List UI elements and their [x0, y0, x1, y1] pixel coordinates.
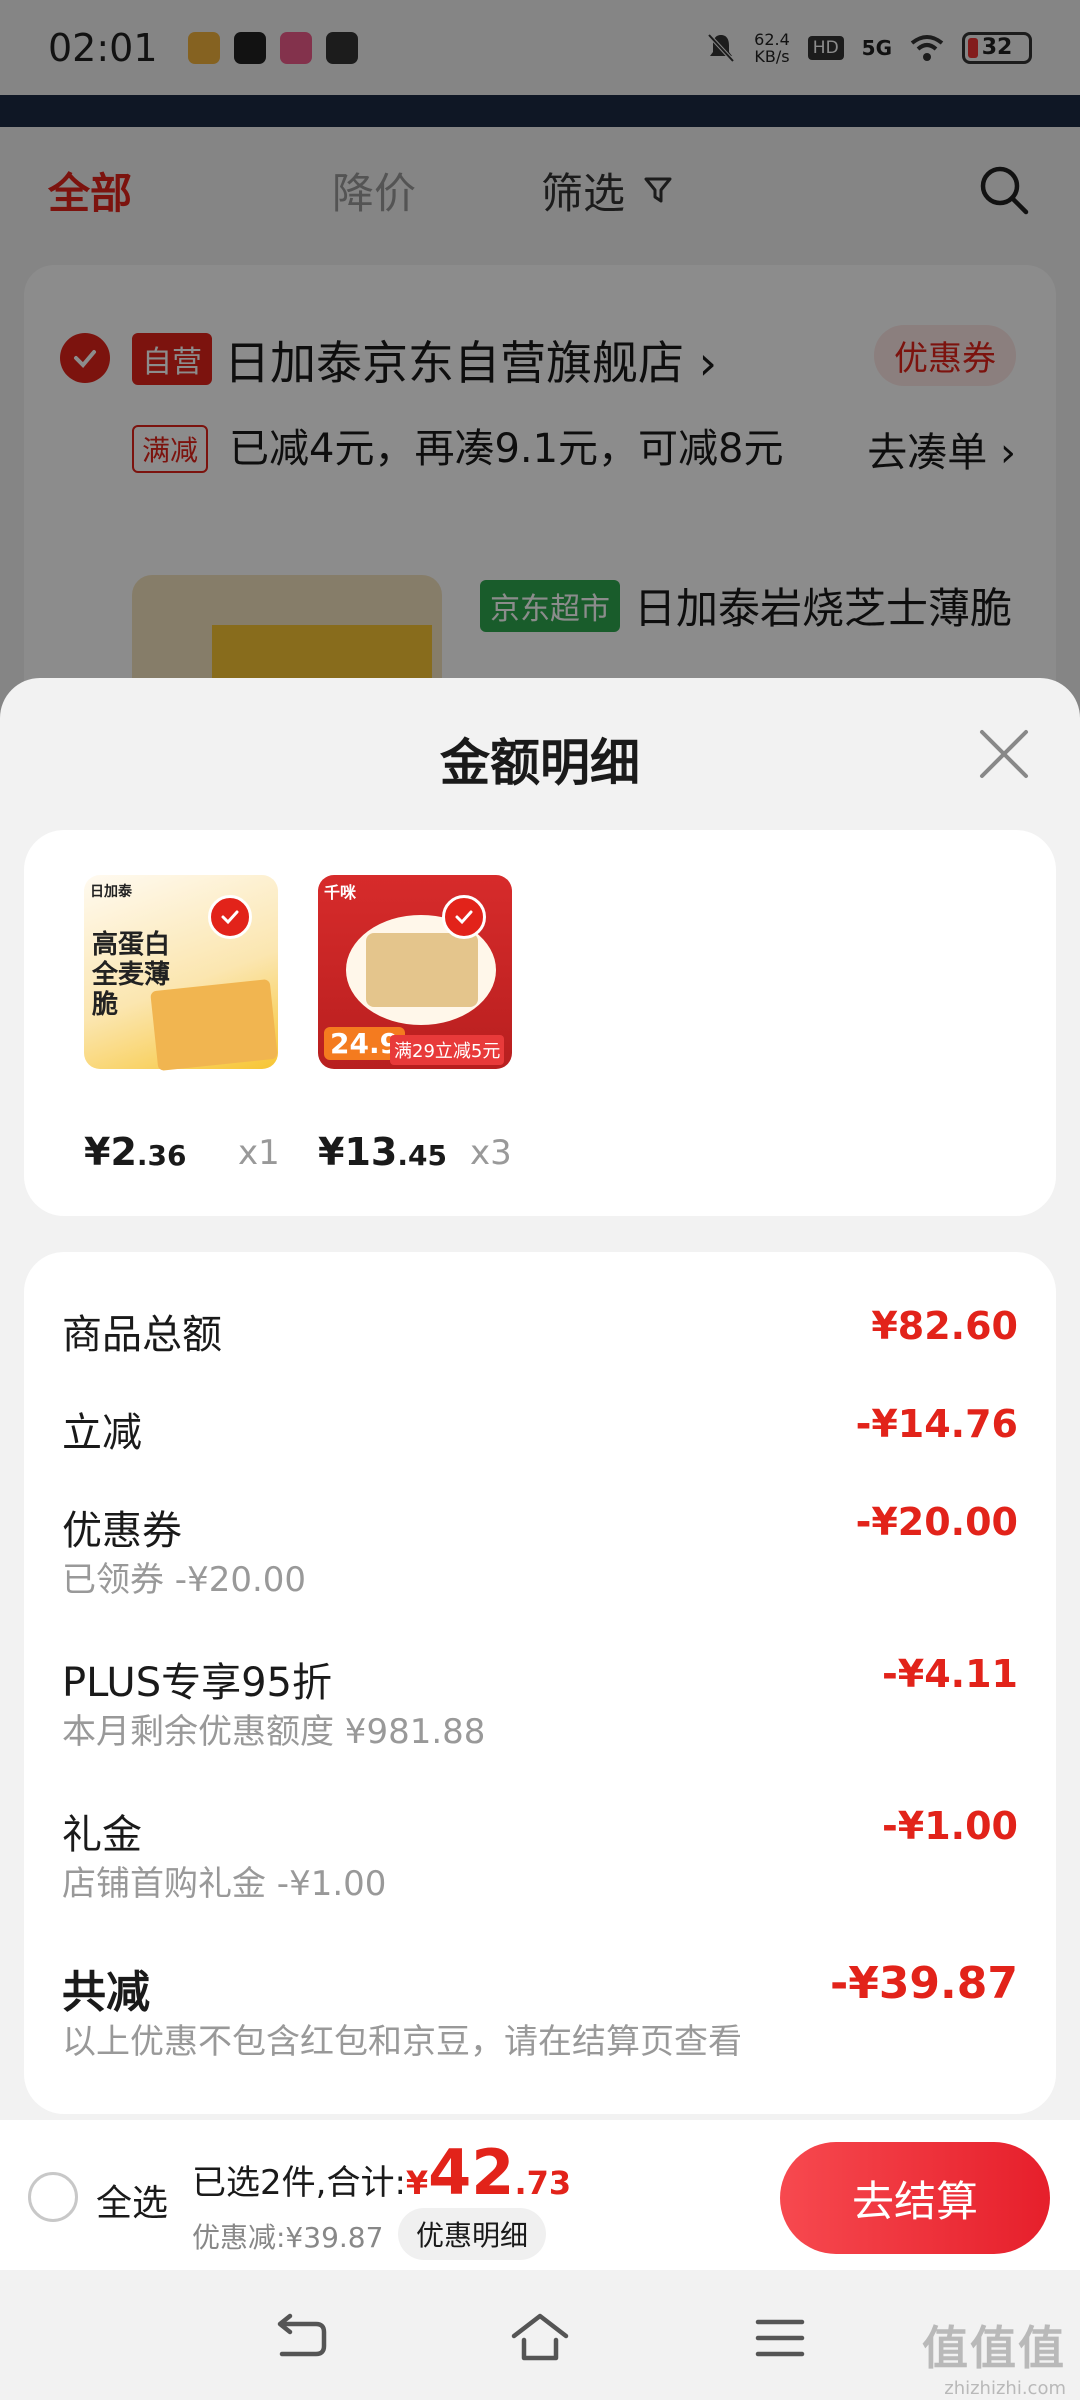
selected-count: 已选2件,合计: [192, 2163, 406, 2203]
price-int: ¥13 [318, 1130, 398, 1174]
row-value: ¥82.60 [871, 1304, 1018, 1348]
row-label: 商品总额 [62, 1312, 222, 1358]
selected-goods: 日加泰 高蛋白全麦薄脆 ¥2.36 x1 千咪 24.9 满29立减5元 ¥13… [24, 830, 1056, 1216]
watermark-main: 值值值 [922, 2321, 1066, 2375]
checkout-button[interactable]: 去结算 [780, 2142, 1050, 2254]
row-label: 优惠券 [62, 1508, 182, 1554]
row-sub: 以上优惠不包含红包和京豆，请在结算页查看 [62, 2022, 742, 2062]
system-nav-bar: 值值值 zhizhizhi.com [0, 2270, 1080, 2400]
row-value: -¥14.76 [855, 1402, 1018, 1446]
total-decimal: .73 [514, 2164, 572, 2202]
product-image-brand: 日加泰 [90, 884, 132, 900]
row-sub: 本月剩余优惠额度 ¥981.88 [62, 1712, 486, 1752]
product-qty: x3 [470, 1133, 512, 1173]
row-sub: 已领券 -¥20.00 [62, 1560, 307, 1600]
close-icon[interactable] [976, 726, 1032, 782]
back-icon[interactable] [270, 2310, 330, 2366]
price-dec: .36 [136, 1139, 187, 1172]
row-label: PLUS专享95折 [62, 1660, 332, 1706]
row-value: -¥1.00 [882, 1804, 1018, 1848]
row-label: 共减 [62, 1967, 150, 2018]
product-price: ¥13.45 [318, 1130, 447, 1174]
amount-breakdown: 商品总额 ¥82.60 立减 -¥14.76 优惠券 已领券 -¥20.00 -… [24, 1252, 1056, 2114]
selected-check-icon [442, 895, 486, 939]
select-all-label[interactable]: 全选 [96, 2174, 168, 2226]
product-price: ¥2.36 [84, 1130, 187, 1174]
total-currency: ¥ [405, 2164, 429, 2202]
product-image[interactable]: 千咪 24.9 满29立减5元 [318, 875, 512, 1069]
product-image-brand: 千咪 [324, 883, 357, 902]
product-image-promo: 满29立减5元 [390, 1035, 505, 1065]
saved-amount: 优惠减:¥39.87 [192, 2221, 384, 2254]
row-value: -¥39.87 [829, 1958, 1018, 2009]
price-dec: .45 [397, 1139, 447, 1172]
row-value: -¥20.00 [855, 1500, 1018, 1544]
sheet-title: 金额明细 [440, 734, 640, 792]
row-value: -¥4.11 [882, 1652, 1018, 1696]
selected-check-icon [208, 895, 252, 939]
row-sub: 店铺首购礼金 -¥1.00 [62, 1864, 387, 1904]
row-label: 礼金 [62, 1812, 142, 1858]
select-all-checkbox[interactable] [28, 2172, 78, 2222]
row-label: 立减 [62, 1410, 142, 1456]
home-icon[interactable] [510, 2310, 570, 2366]
product-image[interactable]: 日加泰 高蛋白全麦薄脆 [84, 875, 278, 1072]
price-int: ¥2 [84, 1130, 137, 1174]
product-qty: x1 [238, 1133, 280, 1173]
watermark-sub: zhizhizhi.com [944, 2378, 1066, 2399]
watermark: 值值值 zhizhizhi.com [922, 2312, 1066, 2399]
menu-icon[interactable] [750, 2310, 810, 2366]
discount-detail-button[interactable]: 优惠明细 [398, 2208, 547, 2260]
total-integer: 42 [428, 2136, 515, 2209]
total-summary: 已选2件,合计: ¥ 42 .73 [192, 2136, 571, 2209]
checkout-bar: 全选 已选2件,合计: ¥ 42 .73 优惠减:¥39.87 优惠明细 去结算 [0, 2120, 1080, 2270]
